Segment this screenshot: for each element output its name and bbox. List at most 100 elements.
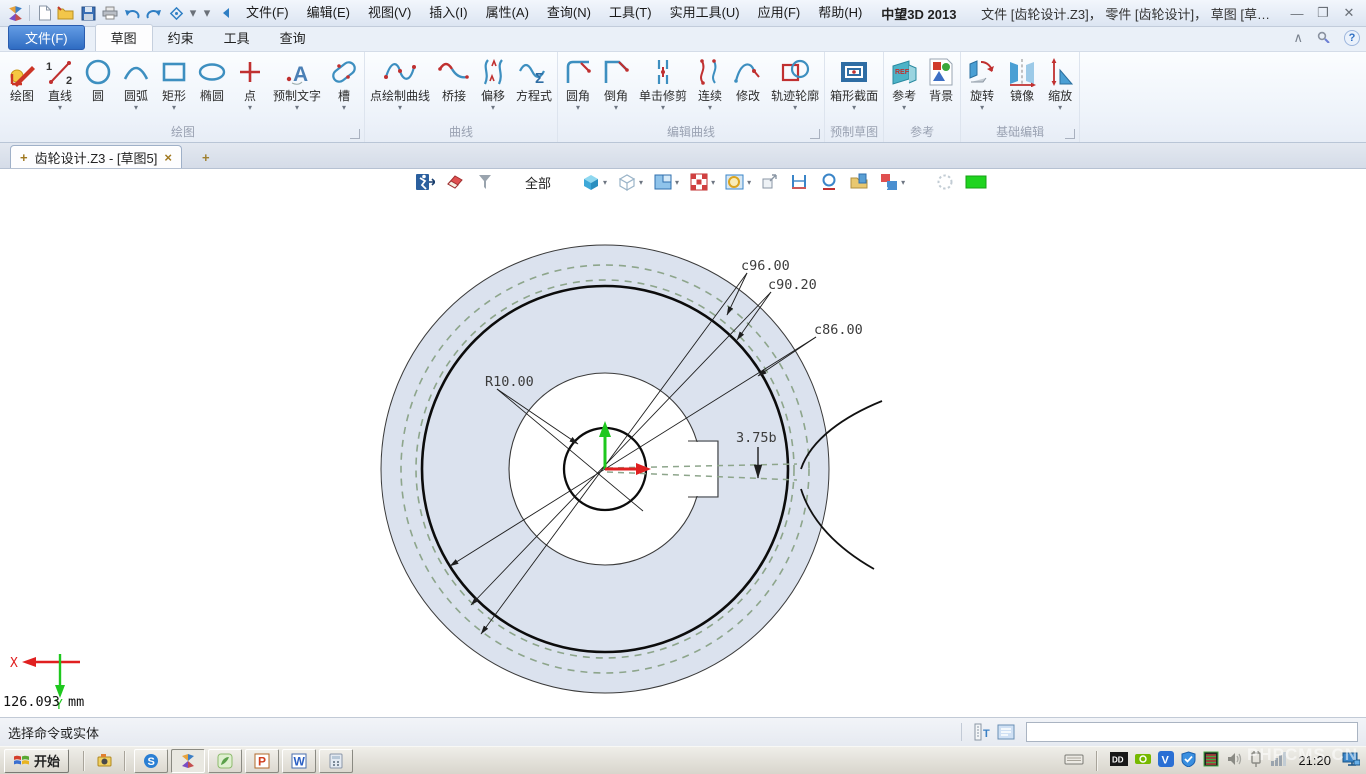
dropdown-arrow-icon[interactable]: ▾ (603, 178, 607, 187)
dropdown-arrow-icon[interactable]: ▾ (852, 103, 856, 112)
dim-root-diameter[interactable]: c86.00 (814, 322, 863, 338)
dropdown-arrow-icon[interactable]: ▾ (295, 103, 299, 112)
pin-icon[interactable] (1317, 30, 1330, 46)
dropdown-arrow-icon[interactable]: ▾ (902, 103, 906, 112)
doc-tab-plus-icon[interactable]: + (20, 150, 28, 165)
circle-button[interactable]: 圆 (79, 54, 117, 112)
dialog-launcher-icon[interactable] (350, 129, 360, 139)
toolbar-options-icon[interactable]: ▾ (199, 4, 215, 22)
taskbar-app-browser[interactable]: S (134, 749, 168, 773)
view-orientation-button[interactable]: ▾ (651, 172, 681, 192)
slot-button[interactable]: 槽▾ (325, 54, 363, 112)
dropdown-arrow-icon[interactable]: ▾ (901, 178, 905, 187)
rotate-button[interactable]: 旋转▾ (962, 54, 1002, 112)
tab-tools[interactable]: 工具 (209, 25, 265, 51)
save-icon[interactable] (77, 3, 99, 23)
tray-volume-icon[interactable] (1226, 751, 1242, 770)
reference-button[interactable]: REF参考▾ (885, 54, 923, 112)
dropdown-arrow-icon[interactable]: ▾ (708, 103, 712, 112)
line-button[interactable]: 12直线▾ (41, 54, 79, 112)
view-rotate-dropdown-icon[interactable]: ▾ (187, 4, 199, 22)
menu-help[interactable]: 帮助(H) (809, 2, 871, 24)
dropdown-arrow-icon[interactable]: ▾ (342, 103, 346, 112)
fillet-button[interactable]: 圆角▾ (559, 54, 597, 112)
collapse-left-icon[interactable] (215, 3, 237, 23)
redo-icon[interactable] (143, 3, 165, 23)
close-button[interactable]: ✕ (1336, 4, 1362, 22)
dropdown-arrow-icon[interactable]: ▾ (614, 103, 618, 112)
tab-inquire[interactable]: 查询 (265, 25, 321, 51)
color-swatch-button[interactable] (963, 173, 989, 191)
ready-text-button[interactable]: A预制文字▾ (269, 54, 325, 112)
taskbar-app-word[interactable]: W (282, 749, 316, 773)
taskbar-app-zw3d[interactable] (171, 749, 205, 773)
document-tab[interactable]: + 齿轮设计.Z3 - [草图5] × (10, 145, 182, 168)
scale-button[interactable]: 缩放▾ (1042, 54, 1078, 112)
dropdown-arrow-icon[interactable]: ▾ (661, 103, 665, 112)
dropdown-arrow-icon[interactable]: ▾ (675, 178, 679, 187)
undo-icon[interactable] (121, 3, 143, 23)
gear-sketch-drawing[interactable]: c96.00 c90.20 c86.00 R10.00 3.75b X Y 12… (0, 169, 1366, 717)
sketch-canvas[interactable]: c96.00 c90.20 c86.00 R10.00 3.75b X Y 12… (0, 169, 1366, 717)
taskbar-clock[interactable]: 21:20 (1294, 753, 1335, 768)
mirror-button[interactable]: 镜像 (1002, 54, 1042, 112)
menu-view[interactable]: 视图(V) (359, 2, 420, 24)
command-input[interactable] (1026, 722, 1358, 742)
dialog-launcher-icon[interactable] (1065, 129, 1075, 139)
menu-tools[interactable]: 工具(T) (600, 2, 661, 24)
menu-file[interactable]: 文件(F) (237, 2, 298, 24)
swap-entities-button[interactable]: ▾ (877, 172, 907, 192)
dropdown-arrow-icon[interactable]: ▾ (398, 103, 402, 112)
dim-outer-diameter[interactable]: c96.00 (741, 258, 790, 274)
file-menu-button[interactable]: 文件(F) (8, 25, 85, 50)
tab-sketch[interactable]: 草图 (95, 24, 153, 51)
exit-sketch-button[interactable] (413, 172, 437, 192)
app-logo-icon[interactable] (4, 3, 26, 23)
keyboard-layout-icon[interactable] (1064, 751, 1084, 770)
measure-perimeter-button[interactable] (817, 172, 841, 192)
dropdown-arrow-icon[interactable]: ▾ (248, 103, 252, 112)
start-button[interactable]: 开始 (4, 749, 69, 773)
dropdown-arrow-icon[interactable]: ▾ (711, 178, 715, 187)
message-log-icon[interactable] (994, 722, 1018, 742)
zoom-window-button[interactable]: ▾ (723, 172, 753, 192)
filter-icon[interactable] (473, 172, 497, 192)
background-button[interactable]: 背景 (923, 54, 959, 112)
menu-inquire[interactable]: 查询(N) (538, 2, 600, 24)
new-file-icon[interactable] (33, 3, 55, 23)
show-desktop-icon[interactable] (1342, 752, 1360, 770)
new-document-tab-button[interactable]: + (192, 150, 220, 168)
ellipse-button[interactable]: 椭圆 (193, 54, 231, 112)
tray-dolby-icon[interactable]: DD (1110, 752, 1128, 769)
inactive-selection-icon[interactable] (933, 172, 957, 192)
pattern-grid-button[interactable]: ▾ (687, 172, 717, 192)
dropdown-arrow-icon[interactable]: ▾ (134, 103, 138, 112)
menu-applications[interactable]: 应用(F) (749, 2, 810, 24)
rectangle-button[interactable]: 矩形▾ (155, 54, 193, 112)
one-click-trim-button[interactable]: 单击修剪▾ (635, 54, 691, 112)
dialog-launcher-icon[interactable] (810, 129, 820, 139)
restore-button[interactable]: ❐ (1310, 4, 1336, 22)
dropdown-arrow-icon[interactable]: ▾ (576, 103, 580, 112)
tray-power-icon[interactable] (1249, 751, 1263, 770)
dropdown-arrow-icon[interactable]: ▾ (491, 103, 495, 112)
tray-driver-icon[interactable]: V (1158, 751, 1174, 770)
help-icon[interactable]: ? (1344, 30, 1360, 46)
equation-button[interactable]: Σ方程式 (512, 54, 556, 112)
arc-button[interactable]: 圆弧▾ (117, 54, 155, 112)
tray-network-icon[interactable] (1270, 752, 1287, 769)
dropdown-arrow-icon[interactable]: ▾ (747, 178, 751, 187)
dropdown-arrow-icon[interactable]: ▾ (980, 103, 984, 112)
collapse-ribbon-icon[interactable]: ∧ (1293, 30, 1303, 46)
shaded-display-button[interactable]: ▾ (579, 172, 609, 192)
tab-constraint[interactable]: 约束 (153, 25, 209, 51)
menu-attributes[interactable]: 属性(A) (477, 2, 538, 24)
taskbar-app-calculator[interactable] (319, 749, 353, 773)
point-curve-button[interactable]: 点绘制曲线▾ (366, 54, 434, 112)
taskbar-app-notes[interactable] (208, 749, 242, 773)
dropdown-arrow-icon[interactable]: ▾ (793, 103, 797, 112)
zoom-extents-button[interactable] (759, 173, 781, 191)
menu-edit[interactable]: 编辑(E) (298, 2, 359, 24)
measure-width-button[interactable] (787, 172, 811, 192)
taskbar-app-powerpoint[interactable]: P (245, 749, 279, 773)
